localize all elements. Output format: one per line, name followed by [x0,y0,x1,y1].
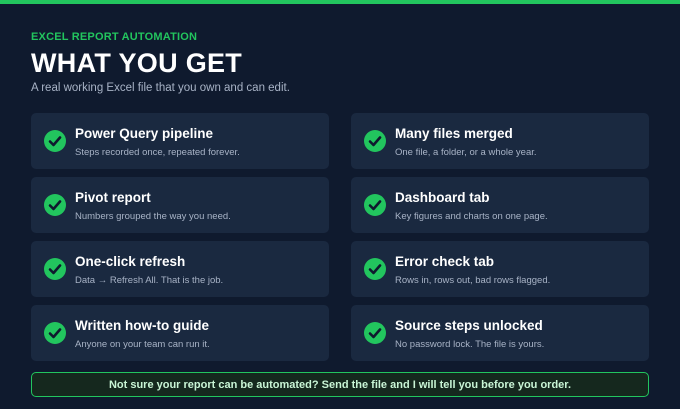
feature-description: Anyone on your team can run it. [75,339,210,350]
feature-title: Many files merged [395,126,513,141]
feature-description: Numbers grouped the way you need. [75,211,231,222]
feature-description: No password lock. The file is yours. [395,339,545,350]
feature-description: Data → Refresh All. That is the job. [75,275,224,286]
feature-description: Steps recorded once, repeated forever. [75,147,240,158]
feature-description: Rows in, rows out, bad rows flagged. [395,275,551,286]
feature-grid: Power Query pipeline Steps recorded once… [31,113,649,361]
feature-title: Written how-to guide [75,318,209,333]
feature-title: Source steps unlocked [395,318,543,333]
check-circle-icon [44,258,66,280]
feature-card: Error check tab Rows in, rows out, bad r… [351,241,649,297]
check-circle-icon [44,322,66,344]
eyebrow-label: EXCEL REPORT AUTOMATION [31,31,198,43]
feature-card: Many files merged One file, a folder, or… [351,113,649,169]
feature-title: Power Query pipeline [75,126,214,141]
check-circle-icon [364,322,386,344]
feature-title: Pivot report [75,190,151,205]
feature-card: Dashboard tab Key figures and charts on … [351,177,649,233]
check-circle-icon [44,130,66,152]
feature-card: One-click refresh Data → Refresh All. Th… [31,241,329,297]
feature-card: Pivot report Numbers grouped the way you… [31,177,329,233]
page-subtitle: A real working Excel file that you own a… [31,82,290,94]
feature-title: One-click refresh [75,254,186,269]
check-circle-icon [44,194,66,216]
feature-title: Error check tab [395,254,495,269]
feature-title: Dashboard tab [395,190,490,205]
check-circle-icon [364,130,386,152]
cta-banner[interactable]: Not sure your report can be automated? S… [31,372,649,397]
feature-description: Key figures and charts on one page. [395,211,548,222]
top-accent-bar [0,0,680,4]
check-circle-icon [364,194,386,216]
check-circle-icon [364,258,386,280]
feature-description: One file, a folder, or a whole year. [395,147,537,158]
feature-card: Source steps unlocked No password lock. … [351,305,649,361]
feature-card: Written how-to guide Anyone on your team… [31,305,329,361]
page-title: WHAT YOU GET [31,48,243,78]
feature-card: Power Query pipeline Steps recorded once… [31,113,329,169]
